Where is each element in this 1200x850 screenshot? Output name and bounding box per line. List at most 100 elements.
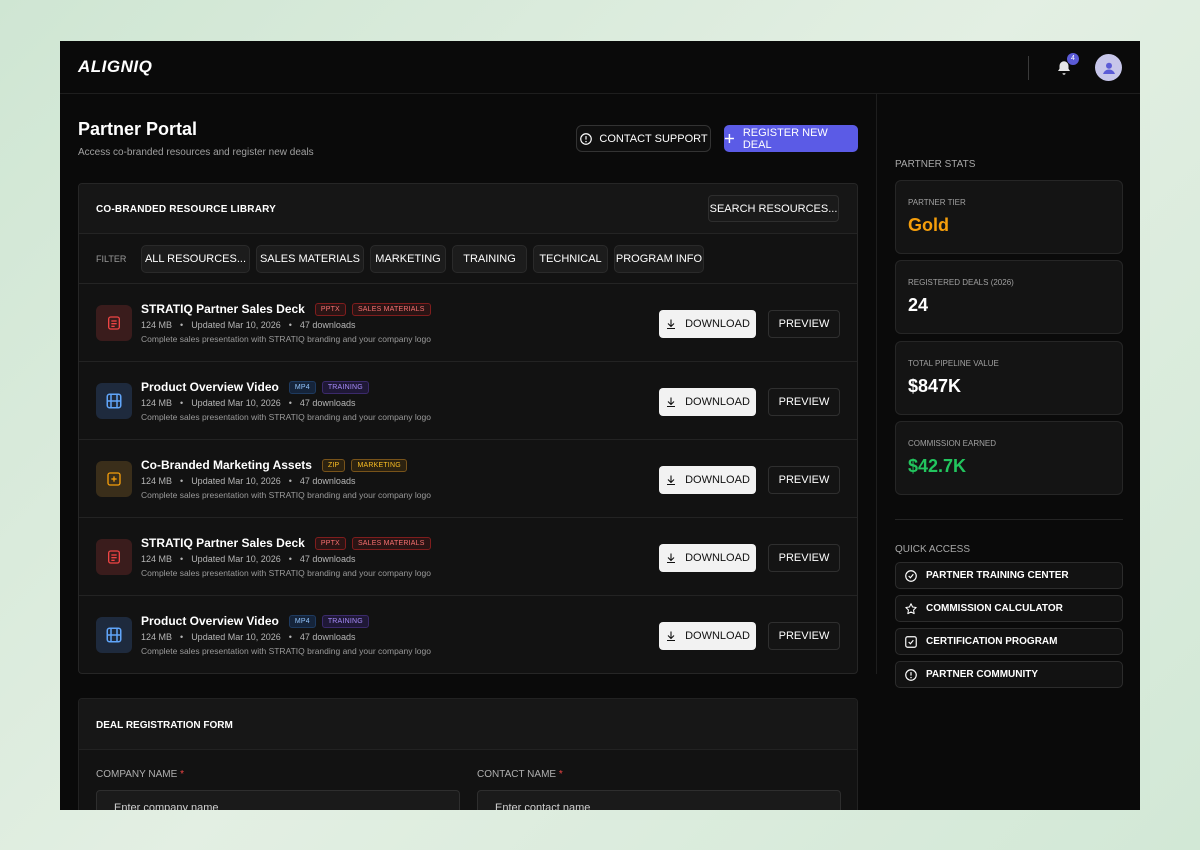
format-badge: MP4 [288,380,316,394]
filter-sales-materials[interactable]: SALES MATERIALS [256,245,364,273]
quick-access-training-center[interactable]: PARTNER TRAINING CENTER [895,562,1123,589]
stat-label: PARTNER TIER [908,198,966,207]
company-name-input[interactable]: Enter company name [96,790,460,810]
download-button[interactable]: DOWNLOAD [659,622,756,650]
quick-access-partner-community[interactable]: PARTNER COMMUNITY [895,661,1123,688]
resource-title[interactable]: Product Overview Video [141,380,279,394]
download-count: 47 downloads [299,632,356,642]
deal-form-title: DEAL REGISTRATION FORM [96,720,233,731]
contact-support-button[interactable]: CONTACT SUPPORT [576,125,711,152]
download-label: DOWNLOAD [685,396,750,408]
stat-value: $42.7K [908,456,967,476]
download-button[interactable]: DOWNLOAD [659,544,756,572]
resource-row: Product Overview Video MP4 TRAINING 124 … [79,596,857,673]
resource-meta: 124 MB • Updated Mar 10, 2026 • 47 downloa… [141,320,356,330]
resource-meta: 124 MB • Updated Mar 10, 2026 • 47 downloa… [141,476,356,486]
library-header: CO-BRANDED RESOURCE LIBRARY SEARCH RESOU… [79,184,857,234]
quick-access-commission-calculator[interactable]: COMMISSION CALCULATOR [895,595,1123,622]
filter-technical[interactable]: TECHNICAL [533,245,608,273]
preview-button[interactable]: PREVIEW [768,544,840,572]
filter-program-info[interactable]: PROGRAM INFO [614,245,704,273]
updated-date: Updated Mar 10, 2026 [191,398,281,408]
file-size: 124 MB [141,632,173,642]
user-icon [1102,62,1115,74]
star-icon [905,602,917,614]
divider [1028,55,1029,80]
required-mark: * [558,769,563,780]
download-icon [667,631,676,642]
plus-icon [724,133,734,144]
download-button[interactable]: DOWNLOAD [659,310,756,338]
contact-name-label: CONTACT NAME * [477,769,563,780]
category-badge: MARKETING [351,458,407,472]
check-square-icon [905,635,917,648]
format-badge: PPTX [314,302,346,316]
resource-meta: 124 MB • Updated Mar 10, 2026 • 47 downloa… [141,632,356,642]
library-title: CO-BRANDED RESOURCE LIBRARY [96,204,277,215]
resource-library-panel: CO-BRANDED RESOURCE LIBRARY SEARCH RESOU… [78,183,858,674]
contact-support-label: CONTACT SUPPORT [599,132,708,145]
stat-value: $847K [908,376,962,396]
resource-title[interactable]: Co-Branded Marketing Assets [141,458,312,472]
register-new-deal-button[interactable]: REGISTER NEW DEAL [724,125,858,152]
category-badge: TRAINING [321,614,369,628]
filter-all-resources[interactable]: ALL RESOURCES... [141,245,250,273]
document-icon [96,539,132,575]
divider [895,519,1123,520]
quick-access-certification-program[interactable]: CERTIFICATION PROGRAM [895,628,1123,655]
category-badge: SALES MATERIALS [351,302,431,316]
page-title: Partner Portal [78,119,198,139]
alert-circle-icon [905,668,917,681]
download-icon [667,553,676,564]
document-icon [96,305,132,341]
sidebar: PARTNER STATS PARTNER TIER Gold REGISTER… [876,94,1140,688]
format-badge: MP4 [288,614,316,628]
download-icon [667,397,676,408]
download-button[interactable]: DOWNLOAD [659,388,756,416]
resource-title-row: Product Overview Video MP4 TRAINING [141,614,369,628]
contact-name-label-text: CONTACT NAME [477,769,557,780]
download-button[interactable]: DOWNLOAD [659,466,756,494]
resource-meta: 124 MB • Updated Mar 10, 2026 • 47 downloa… [141,554,356,564]
download-count: 47 downloads [299,320,356,330]
download-label: DOWNLOAD [685,552,750,564]
resource-description: Complete sales presentation with STRATIQ… [141,646,431,656]
download-label: DOWNLOAD [685,630,750,642]
avatar[interactable] [1095,54,1122,81]
stat-label: REGISTERED DEALS (2026) [908,278,1014,287]
category-badge: SALES MATERIALS [351,536,431,550]
app-logo[interactable]: ALIGNIQ [78,57,152,77]
quick-access-label: COMMISSION CALCULATOR [926,603,1063,614]
updated-date: Updated Mar 10, 2026 [191,476,281,486]
register-new-deal-label: REGISTER NEW DEAL [742,126,828,151]
filter-marketing[interactable]: MARKETING [370,245,446,273]
contact-name-input[interactable]: Enter contact name [477,790,841,810]
deal-form-header: DEAL REGISTRATION FORM [79,699,857,750]
plus-square-icon [96,461,132,497]
resource-title[interactable]: STRATIQ Partner Sales Deck [141,536,305,550]
deal-registration-form: DEAL REGISTRATION FORM COMPANY NAME * En… [78,698,858,810]
film-icon [96,617,132,653]
search-resources-input[interactable]: SEARCH RESOURCES... [708,195,839,222]
file-size: 124 MB [141,476,173,486]
quick-access-label: CERTIFICATION PROGRAM [926,636,1058,647]
resource-title[interactable]: Product Overview Video [141,614,279,628]
resource-description: Complete sales presentation with STRATIQ… [141,334,431,344]
preview-button[interactable]: PREVIEW [768,388,840,416]
top-bar: ALIGNIQ 4 [60,41,1140,94]
stat-label: TOTAL PIPELINE VALUE [908,359,999,368]
preview-button[interactable]: PREVIEW [768,622,840,650]
resource-title-row: Product Overview Video MP4 TRAINING [141,380,369,394]
preview-button[interactable]: PREVIEW [768,466,840,494]
notifications-button[interactable]: 4 [1055,52,1079,77]
filter-training[interactable]: TRAINING [452,245,527,273]
resource-title[interactable]: STRATIQ Partner Sales Deck [141,302,305,316]
partner-tier-card: PARTNER TIER Gold [895,180,1123,254]
download-count: 47 downloads [299,554,356,564]
filter-bar: FILTER ALL RESOURCES... SALES MATERIALS … [79,234,857,284]
resource-title-row: STRATIQ Partner Sales Deck PPTX SALES MA… [141,536,431,550]
registered-deals-card: REGISTERED DEALS (2026) 24 [895,260,1123,334]
resource-meta: 124 MB • Updated Mar 10, 2026 • 47 downloa… [141,398,356,408]
preview-button[interactable]: PREVIEW [768,310,840,338]
company-name-label-text: COMPANY NAME [96,769,178,780]
